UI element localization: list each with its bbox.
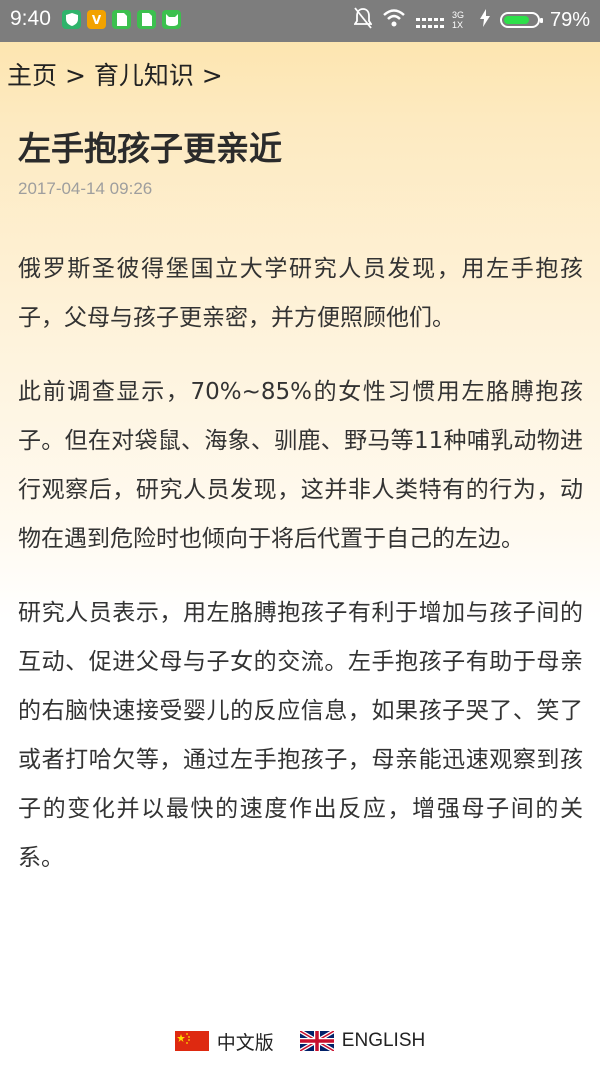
status-indicators: 3G 1X 79%: [353, 7, 590, 33]
sim-icon: [137, 10, 156, 29]
chinese-version-label: 中文版: [216, 1032, 274, 1054]
network-type: 3G: [451, 10, 464, 20]
shield-icon: [62, 10, 81, 29]
english-version-link[interactable]: ENGLISH: [299, 1030, 426, 1052]
sim-icon: [112, 10, 131, 29]
language-switcher: 中文版 ENGLISH: [0, 1026, 600, 1056]
article-paragraph: 此前调查显示，70%~85%的女性习惯用左胳膊抱孩子。但在对袋鼠、海象、驯鹿、野…: [18, 379, 583, 552]
mute-icon: [353, 7, 373, 33]
wifi-icon: [382, 8, 406, 32]
battery-percent: 79%: [549, 8, 590, 31]
network-subtype: 1X: [451, 20, 463, 30]
v-app-icon: V: [87, 10, 106, 29]
article-title: 左手抱孩子更亲近: [18, 129, 282, 168]
article-date: 2017-04-14 09:26: [18, 179, 153, 198]
battery-icon: [499, 12, 543, 28]
article-paragraph: 俄罗斯圣彼得堡国立大学研究人员发现，用左手抱孩子，父母与孩子更亲密，并方便照顾他…: [18, 256, 583, 331]
battery-level: [503, 16, 529, 24]
breadcrumb[interactable]: 主页 > 育儿知识 >: [7, 56, 223, 92]
signal-icon: 3G 1X: [415, 9, 470, 31]
english-version-label: ENGLISH: [341, 1030, 426, 1051]
article-paragraph: 研究人员表示，用左胳膊抱孩子有利于增加与孩子间的互动、促进父母与子女的交流。左手…: [18, 600, 583, 871]
status-time: 9:40: [10, 7, 51, 30]
charging-icon: [479, 9, 490, 31]
notification-icons: V: [62, 10, 181, 29]
battery-cap: [539, 18, 543, 23]
status-bar: 9:40 V 3G 1X 79%: [0, 0, 600, 42]
china-flag-icon: [174, 1031, 209, 1051]
article-body: 俄罗斯圣彼得堡国立大学研究人员发现，用左手抱孩子，父母与孩子更亲密，并方便照顾他…: [18, 245, 583, 908]
uk-flag-icon: [299, 1031, 334, 1051]
chinese-version-link[interactable]: 中文版: [174, 1028, 274, 1055]
cat-app-icon: [162, 10, 181, 29]
